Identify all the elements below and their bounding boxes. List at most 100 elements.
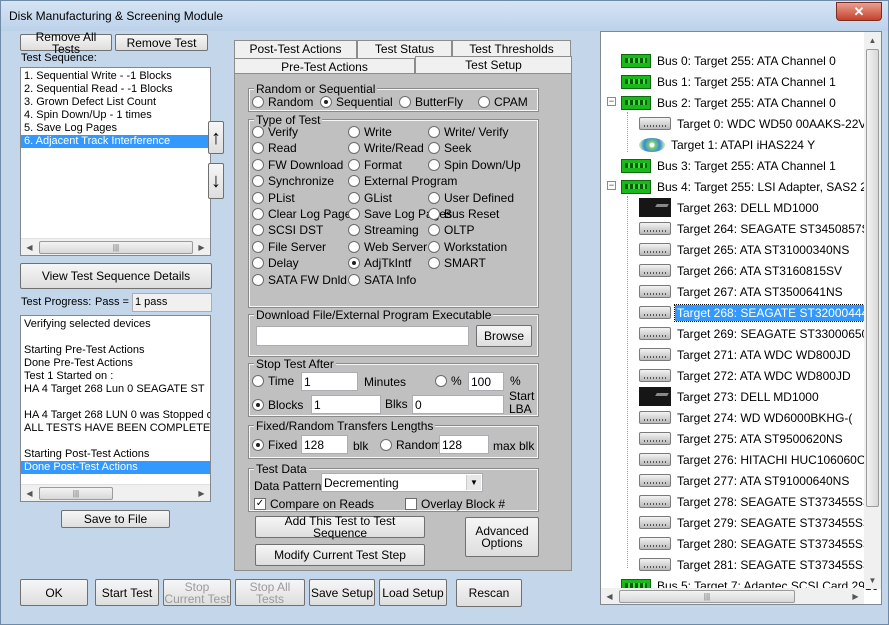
tree-target-node[interactable]: Target 278: SEAGATE ST373455SS (639, 491, 873, 512)
time-input[interactable]: 1 (301, 372, 358, 391)
tree-target-node[interactable]: Target 266: ATA ST3160815SV (639, 260, 844, 281)
test-type-radio[interactable]: SATA FW Dnld (252, 273, 347, 287)
test-type-radio[interactable]: File Server (252, 240, 326, 254)
scroll-left-icon[interactable]: ◀ (601, 588, 618, 604)
scroll-right-icon[interactable]: ▶ (193, 485, 210, 501)
tab-post-test-actions[interactable]: Post-Test Actions (234, 40, 357, 58)
test-type-radio[interactable]: PList (252, 191, 295, 205)
advanced-options-button[interactable]: Advanced Options (465, 517, 539, 557)
stop-all-tests-button[interactable]: Stop All Tests (235, 579, 305, 606)
start-lba-input[interactable]: 0 (412, 395, 504, 414)
start-test-button[interactable]: Start Test (95, 579, 159, 606)
random-radio[interactable]: Random (252, 95, 313, 109)
tree-bus-node[interactable]: Bus 3: Target 255: ATA Channel 1 (621, 155, 838, 176)
test-type-radio[interactable]: Delay (252, 256, 299, 270)
tree-target-node[interactable]: Target 265: ATA ST31000340NS (639, 239, 851, 260)
ok-button[interactable]: OK (20, 579, 88, 606)
test-type-radio[interactable]: Web Server (348, 240, 427, 254)
tree-target-node[interactable]: Target 267: ATA ST3500641NS (639, 281, 845, 302)
overlay-block-checkbox[interactable]: Overlay Block # (405, 497, 505, 511)
tree-bus-node[interactable]: Bus 4: Target 255: LSI Adapter, SAS2 20 (621, 176, 876, 197)
sequence-item[interactable]: 6. Adjacent Track Interference (21, 135, 210, 148)
save-setup-button[interactable]: Save Setup (309, 579, 375, 606)
progress-log[interactable]: Verifying selected devices Starting Pre-T… (20, 315, 211, 502)
save-to-file-button[interactable]: Save to File (61, 510, 170, 528)
log-hscroll[interactable]: ◀ ||| ▶ (21, 484, 210, 501)
modify-test-step-button[interactable]: Modify Current Test Step (255, 544, 425, 566)
scroll-left-icon[interactable]: ◀ (21, 239, 38, 255)
scroll-thumb[interactable]: ||| (619, 590, 795, 603)
tree-target-node[interactable]: Target 276: HITACHI HUC106060CS (639, 449, 876, 470)
test-type-radio[interactable]: Write (348, 125, 392, 139)
tree-target-node[interactable]: Target 281: SEAGATE ST373455SS (639, 554, 873, 575)
test-type-radio[interactable]: Streaming (348, 223, 419, 237)
move-down-button[interactable]: ↓ (208, 163, 224, 199)
test-type-radio[interactable]: AdjTkIntf (348, 256, 411, 270)
blocks-input[interactable]: 1 (311, 395, 381, 414)
tree-bus-node[interactable]: Bus 1: Target 255: ATA Channel 1 (621, 71, 838, 92)
test-type-radio[interactable]: Clear Log Pages (252, 207, 357, 221)
time-radio[interactable]: Time (252, 374, 294, 388)
sequence-item[interactable]: 3. Grown Defect List Count (21, 96, 210, 109)
tree-target-node[interactable]: Target 277: ATA ST91000640NS (639, 470, 851, 491)
test-type-radio[interactable]: SMART (428, 256, 486, 270)
test-type-radio[interactable]: Synchronize (252, 174, 334, 188)
remove-test-button[interactable]: Remove Test (115, 34, 208, 51)
test-type-radio[interactable]: External Program (348, 174, 457, 188)
tree-target-node[interactable]: Target 279: SEAGATE ST373455SS (639, 512, 873, 533)
tree-target-node[interactable]: Target 269: SEAGATE ST33000650 (639, 323, 870, 344)
remove-all-tests-button[interactable]: Remove All Tests (20, 31, 112, 55)
test-type-radio[interactable]: Write/Read (348, 141, 424, 155)
percent-input[interactable]: 100 (468, 372, 504, 391)
test-type-radio[interactable]: Read (252, 141, 297, 155)
scroll-up-icon[interactable]: ▲ (864, 32, 881, 49)
scroll-thumb[interactable]: ||| (39, 241, 193, 254)
chevron-down-icon[interactable]: ▼ (466, 475, 481, 490)
test-type-radio[interactable]: SATA Info (348, 273, 416, 287)
rescan-button[interactable]: Rescan (456, 579, 522, 607)
scroll-thumb[interactable]: ||| (39, 487, 113, 500)
tree-target-node[interactable]: Target 272: ATA WDC WD800JD (639, 365, 853, 386)
browse-button[interactable]: Browse (476, 325, 532, 347)
compare-on-reads-checkbox[interactable]: ✓ Compare on Reads (254, 497, 374, 511)
sequence-item[interactable]: 1. Sequential Write - -1 Blocks (21, 70, 210, 83)
data-pattern-select[interactable]: Decrementing ▼ (321, 473, 483, 492)
test-type-radio[interactable]: FW Download (252, 158, 343, 172)
tree-target-node[interactable]: Target 264: SEAGATE ST3450857S (639, 218, 872, 239)
sequence-item[interactable]: 2. Sequential Read - -1 Blocks (21, 83, 210, 96)
percent-radio[interactable]: % (435, 374, 462, 388)
test-type-radio[interactable]: User Defined (428, 191, 514, 205)
fixed-radio[interactable]: Fixed (252, 438, 297, 452)
test-sequence-list[interactable]: 1. Sequential Write - -1 Blocks 2. Sequen… (20, 67, 211, 256)
sequence-item[interactable]: 4. Spin Down/Up - 1 times (21, 109, 210, 122)
tree-hscroll[interactable]: ◀ ||| ▶ (601, 588, 864, 604)
tree-scroll-thumb[interactable] (866, 49, 879, 507)
device-tree[interactable]: Bus 0: Target 255: ATA Channel 0 Bus 1: T… (600, 31, 882, 605)
close-button[interactable]: ✕ (836, 2, 882, 21)
fixed-length-input[interactable]: 128 (301, 435, 348, 454)
move-up-button[interactable]: ↑ (208, 121, 224, 154)
test-type-radio[interactable]: GList (348, 191, 392, 205)
collapse-icon[interactable]: − (607, 97, 616, 106)
download-path-input[interactable] (256, 326, 469, 346)
tree-target-node[interactable]: Target 268: SEAGATE ST32000444 (639, 302, 872, 323)
test-type-radio[interactable]: Bus Reset (428, 207, 499, 221)
sequence-item[interactable]: 5. Save Log Pages (21, 122, 210, 135)
test-type-radio[interactable]: OLTP (428, 223, 474, 237)
scroll-right-icon[interactable]: ▶ (193, 239, 210, 255)
test-type-radio[interactable]: SCSI DST (252, 223, 323, 237)
tree-bus-node[interactable]: Bus 2: Target 255: ATA Channel 0 (621, 92, 838, 113)
random-length-radio[interactable]: Random (380, 438, 441, 452)
sequence-hscroll[interactable]: ◀ ||| ▶ (21, 238, 210, 255)
tree-bus-node[interactable]: Bus 0: Target 255: ATA Channel 0 (621, 50, 838, 71)
test-type-radio[interactable]: Format (348, 158, 402, 172)
test-type-radio[interactable]: Verify (252, 125, 298, 139)
blocks-radio[interactable]: Blocks (252, 398, 303, 412)
tree-target-node[interactable]: Target 0: WDC WD50 00AAKS-22V1 (639, 113, 875, 134)
tree-target-node[interactable]: Target 271: ATA WDC WD800JD (639, 344, 853, 365)
sequential-radio[interactable]: Sequential (320, 95, 393, 109)
test-type-radio[interactable]: Write/ Verify (428, 125, 508, 139)
tree-target-node[interactable]: Target 263: DELL MD1000 (639, 197, 821, 218)
stop-current-test-button[interactable]: Stop Current Test (163, 579, 231, 606)
scroll-down-icon[interactable]: ▼ (864, 572, 881, 589)
